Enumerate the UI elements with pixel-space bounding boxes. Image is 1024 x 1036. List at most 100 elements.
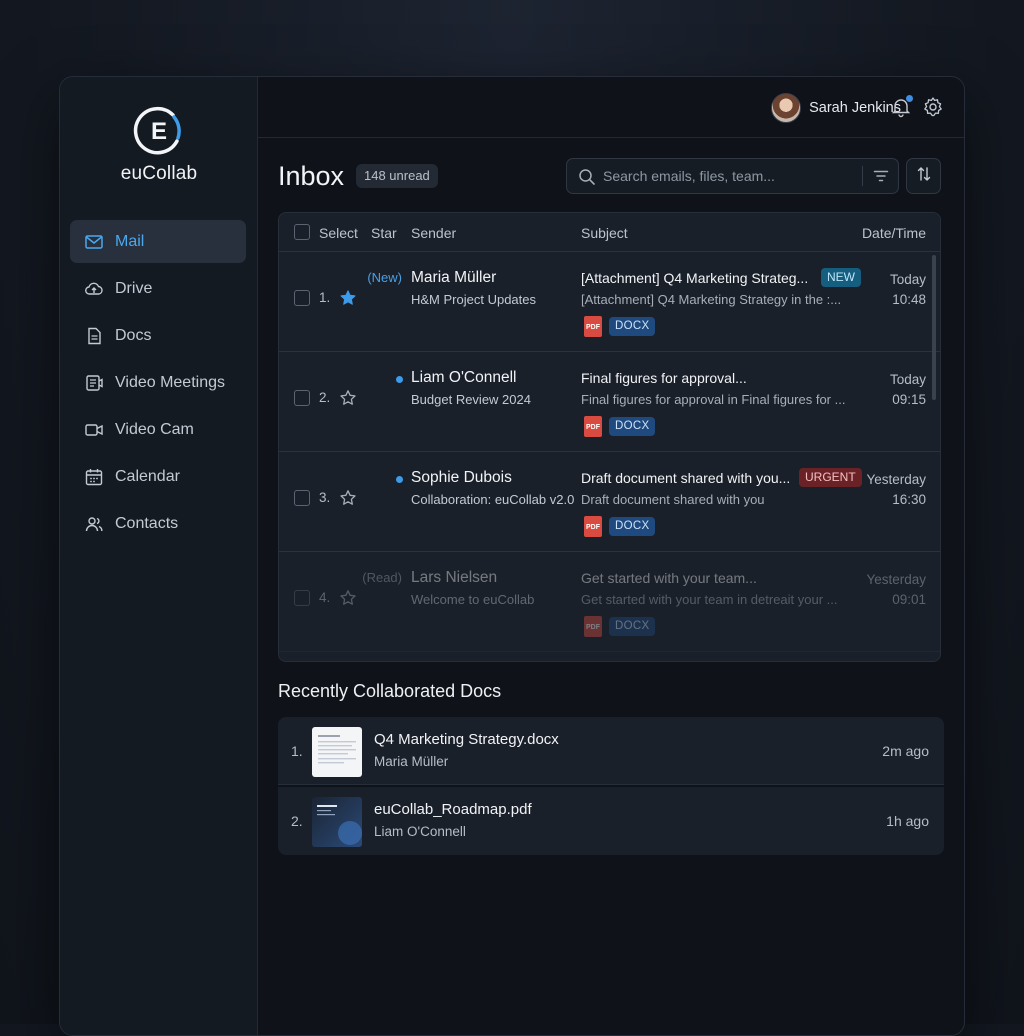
video-meetings-icon <box>84 373 104 393</box>
sidebar-item-docs[interactable]: Docs <box>70 314 246 357</box>
star-outline-icon[interactable] <box>339 389 357 407</box>
row-number: 1. <box>319 290 331 305</box>
sidebar-item-video-cam[interactable]: Video Cam <box>70 408 246 451</box>
search-input[interactable] <box>603 159 853 193</box>
sidebar-item-mail[interactable]: Mail <box>70 220 246 263</box>
app-name: euCollab <box>120 163 198 184</box>
row-number: 2. <box>319 390 331 405</box>
row-checkbox[interactable] <box>294 390 310 406</box>
avatar[interactable] <box>771 93 802 123</box>
docx-attachment-badge[interactable]: DOCX <box>609 617 656 636</box>
email-datetime: Today 10:48 <box>890 270 926 310</box>
docx-attachment-badge[interactable]: DOCX <box>609 417 656 436</box>
filter-icon[interactable] <box>872 167 890 185</box>
email-subject: [Attachment] Q4 Marketing Strateg... <box>581 270 809 286</box>
select-all-checkbox[interactable] <box>294 224 310 240</box>
bell-icon[interactable] <box>890 95 913 118</box>
email-preview: Draft document shared with you <box>581 492 765 507</box>
row-checkbox[interactable] <box>294 490 310 506</box>
sidebar-item-label: Mail <box>115 232 145 250</box>
list-item[interactable]: 2. euCollab_Roadmap.pdf Liam O'Connell 1… <box>278 787 944 855</box>
email-date: Today <box>889 272 926 287</box>
search-box[interactable] <box>566 158 899 194</box>
pdf-attachment-icon[interactable]: PDF <box>584 416 602 437</box>
sort-button[interactable] <box>906 158 941 194</box>
sidebar-item-drive[interactable]: Drive <box>70 267 246 310</box>
sidebar-item-label: Docs <box>115 326 152 344</box>
video-camera-icon <box>84 420 104 440</box>
main-content: Sarah Jenkins Inbox 148 unread Search em… <box>258 77 964 1035</box>
scrollbar[interactable] <box>932 255 936 400</box>
logo-letter: E <box>151 118 167 145</box>
calendar-icon <box>84 467 104 487</box>
star-icon[interactable] <box>339 289 357 307</box>
table-row[interactable]: 1. (New) Maria Müller H&M Project Update… <box>279 252 940 352</box>
docx-attachment-badge[interactable]: DOCX <box>609 317 656 336</box>
sidebar-item-contacts[interactable]: Contacts <box>70 502 246 545</box>
notification-dot <box>906 95 913 102</box>
email-date: Yesterday <box>866 572 926 587</box>
pdf-attachment-icon[interactable]: PDF <box>584 516 602 537</box>
mail-icon <box>84 232 104 252</box>
contacts-icon <box>84 514 104 534</box>
email-preview: Get started with your team in detreait y… <box>581 592 838 607</box>
docx-attachment-badge[interactable]: DOCX <box>609 517 656 536</box>
email-time: 09:01 <box>892 592 926 607</box>
row-checkbox[interactable] <box>294 290 310 306</box>
sender-group: Welcome to euCollab <box>411 592 535 607</box>
column-header-sender: Sender <box>411 225 457 241</box>
email-datetime: Yesterday 09:01 <box>866 570 926 610</box>
doc-number: 2. <box>291 813 303 829</box>
star-outline-icon[interactable] <box>339 489 357 507</box>
email-time: 16:30 <box>892 492 926 507</box>
read-tag: (Read) <box>362 570 402 585</box>
pdf-attachment-icon[interactable]: PDF <box>584 616 602 637</box>
page-title: Inbox <box>278 161 345 191</box>
row-number: 3. <box>319 490 331 505</box>
new-tag: (New) <box>367 270 402 285</box>
email-date: Yesterday <box>866 472 926 487</box>
document-icon <box>84 326 104 346</box>
doc-time: 2m ago <box>882 743 929 759</box>
table-row[interactable]: 2. Liam O'Connell Budget Review 2024 Fin… <box>279 352 940 452</box>
gear-icon[interactable] <box>922 96 944 118</box>
email-subject: Get started with your team... <box>581 570 757 586</box>
star-outline-icon[interactable] <box>339 589 357 607</box>
column-header-subject: Subject <box>581 225 628 241</box>
email-preview: [Attachment] Q4 Marketing Strategy in th… <box>581 292 842 307</box>
cloud-upload-icon <box>84 279 104 299</box>
email-subject: Final figures for approval... <box>581 370 747 386</box>
search-icon <box>578 168 596 186</box>
email-table: Select Star Sender Subject Date/Time 1. … <box>278 212 941 662</box>
pdf-attachment-icon[interactable]: PDF <box>584 316 602 337</box>
sidebar-item-calendar[interactable]: Calendar <box>70 455 246 498</box>
sidebar-item-label: Calendar <box>115 467 180 485</box>
column-header-select: Select <box>319 225 358 241</box>
doc-thumbnail <box>312 797 362 847</box>
sender-name: Lars Nielsen <box>411 569 498 586</box>
column-header-date: Date/Time <box>861 225 926 241</box>
table-row[interactable]: 3. Sophie Dubois Collaboration: euCollab… <box>279 452 940 552</box>
sender-name: Liam O'Connell <box>411 369 517 386</box>
sidebar-item-label: Video Cam <box>115 420 194 438</box>
sidebar-item-label: Video Meetings <box>115 373 225 391</box>
search-divider <box>862 166 863 186</box>
row-checkbox[interactable] <box>294 590 310 606</box>
column-header-star: Star <box>371 225 397 241</box>
new-badge: NEW <box>821 268 861 287</box>
table-header: Select Star Sender Subject Date/Time <box>279 213 940 252</box>
logo: E euCollab <box>60 105 258 185</box>
doc-time: 1h ago <box>886 813 929 829</box>
table-row[interactable]: 4. (Read) Lars Nielsen Welcome to euColl… <box>279 552 940 652</box>
sender-name: Sophie Dubois <box>411 469 512 486</box>
doc-name: Q4 Marketing Strategy.docx <box>374 731 559 748</box>
email-date: Today <box>889 372 926 387</box>
list-item[interactable]: 1. Q4 Marketing Strategy.docx Maria Müll… <box>278 717 944 785</box>
sender-name: Maria Müller <box>411 269 497 286</box>
sort-icon <box>915 165 933 188</box>
sidebar-item-video-meetings[interactable]: Video Meetings <box>70 361 246 404</box>
user-menu[interactable]: Sarah Jenkins <box>771 93 901 123</box>
top-bar: Sarah Jenkins <box>258 77 964 138</box>
unread-dot <box>396 376 403 383</box>
doc-number: 1. <box>291 743 303 759</box>
